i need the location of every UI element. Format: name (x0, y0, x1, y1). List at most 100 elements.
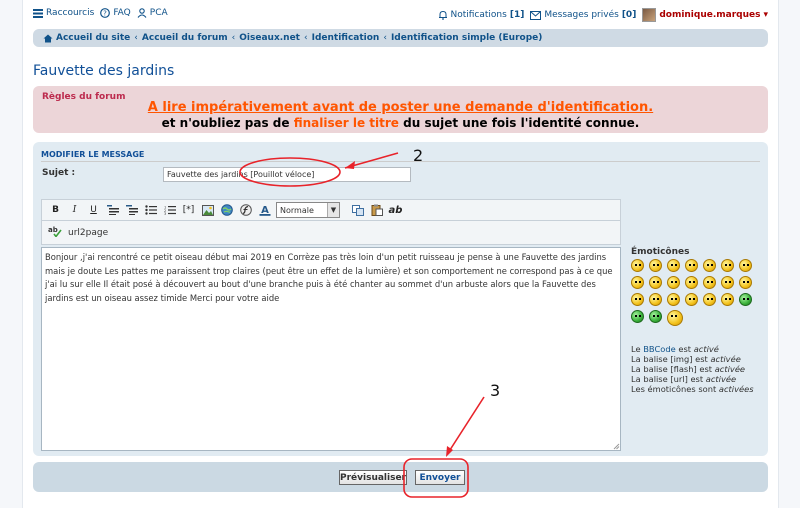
smiley-icon[interactable] (739, 293, 752, 306)
submit-button[interactable]: Envoyer (415, 470, 465, 485)
pca-label: PCA (149, 8, 168, 18)
breadcrumb-forum[interactable]: Accueil du forum (142, 33, 228, 43)
posting-options-status: Le BBCode est activé La balise [img] est… (631, 344, 754, 394)
breadcrumb-separator-icon: ‹ (383, 33, 387, 43)
url-status: La balise [url] est activée (631, 374, 737, 384)
smiley-icon[interactable] (649, 259, 662, 272)
rules-link[interactable]: A lire impérativement avant de poster un… (33, 100, 768, 115)
img-status: La balise [img] est activée (631, 354, 741, 364)
annotation-number-2: 2 (413, 146, 424, 165)
page-title[interactable]: Fauvette des jardins (33, 63, 174, 79)
panel-header: MODIFIER LE MESSAGE (41, 150, 760, 162)
smiley-icon[interactable] (685, 259, 698, 272)
url2page-bar: ab url2page (41, 221, 621, 245)
smiley-icon[interactable] (703, 259, 716, 272)
paste-icon[interactable] (369, 203, 384, 218)
url-icon[interactable] (219, 203, 234, 218)
annotation-number-3: 3 (490, 381, 501, 400)
rules-highlight: finaliser le titre (293, 116, 399, 130)
submit-panel: Prévisualiser Envoyer (33, 462, 768, 492)
breadcrumb-separator-icon: ‹ (303, 33, 308, 43)
smiley-icon[interactable] (667, 310, 683, 326)
page-container: Raccourcis ? FAQ PCA Notifications [1] M… (22, 0, 779, 508)
flash-icon[interactable] (238, 203, 253, 218)
bell-icon (438, 10, 447, 20)
subject-input[interactable]: Fauvette des jardins [Pouillot véloce] (163, 167, 411, 182)
smiley-icon[interactable] (721, 259, 734, 272)
top-bar: Raccourcis ? FAQ PCA Notifications [1] M… (33, 8, 768, 26)
code-icon[interactable] (124, 203, 139, 218)
smiley-icon[interactable] (667, 293, 680, 306)
breadcrumb-oiseaux[interactable]: Oiseaux.net (239, 33, 300, 43)
font-size-select[interactable]: Normale ▼ (276, 202, 340, 218)
shortcuts-link[interactable]: Raccourcis (33, 8, 94, 18)
notifications-count: [1] (509, 10, 525, 20)
subject-label: Sujet : (42, 168, 76, 178)
smiley-icon[interactable] (667, 276, 680, 289)
smiley-icon[interactable] (667, 259, 680, 272)
faq-label: FAQ (113, 8, 131, 18)
envelope-icon (530, 10, 542, 20)
smilies-status: Les émoticônes sont activées (631, 384, 754, 394)
numbered-list-icon[interactable]: 123 (162, 203, 177, 218)
quote-icon[interactable] (105, 203, 120, 218)
image-icon[interactable] (200, 203, 215, 218)
pca-link[interactable]: PCA (137, 8, 168, 18)
smiley-icon[interactable] (631, 259, 644, 272)
svg-text:3: 3 (164, 212, 166, 215)
smilies-grid (631, 259, 761, 326)
formatting-toolbar: B I U 123 [*] A Normale ▼ ab (41, 199, 621, 221)
underline-icon[interactable]: U (86, 203, 101, 218)
preview-button[interactable]: Prévisualiser (339, 470, 407, 485)
rules-reminder: et n'oubliez pas de finaliser le titre d… (33, 116, 768, 130)
url2page-button[interactable]: url2page (68, 228, 108, 238)
menu-icon (33, 8, 43, 18)
private-messages-link[interactable]: Messages privés [0] (530, 10, 636, 20)
breadcrumb-label: Accueil du site (56, 33, 131, 43)
help-icon: ? (100, 8, 111, 18)
font-color-icon[interactable]: A (257, 203, 272, 218)
message-textarea[interactable]: Bonjour ,j'ai rencontré ce petit oiseau … (41, 247, 621, 451)
user-icon (137, 8, 147, 18)
smiley-icon[interactable] (649, 293, 662, 306)
abbr-icon[interactable]: ab (388, 203, 403, 218)
faq-link[interactable]: ? FAQ (100, 8, 131, 18)
smiley-icon[interactable] (739, 276, 752, 289)
breadcrumb-label: Identification (311, 33, 380, 43)
flash-status: La balise [flash] est activée (631, 364, 746, 374)
svg-text:?: ? (103, 10, 107, 18)
notifications-link[interactable]: Notifications [1] (438, 10, 525, 20)
smiley-icon[interactable] (685, 293, 698, 306)
smiley-icon[interactable] (703, 293, 716, 306)
chevron-down-icon: ▾ (763, 10, 768, 20)
italic-icon[interactable]: I (67, 203, 82, 218)
smiley-icon[interactable] (631, 276, 644, 289)
user-menu[interactable]: dominique.marques ▾ (642, 8, 768, 22)
bbcode-link[interactable]: BBCode (643, 344, 675, 354)
smiley-icon[interactable] (649, 276, 662, 289)
bullet-list-icon[interactable] (143, 203, 158, 218)
breadcrumb-identification[interactable]: Identification (312, 33, 380, 43)
user-links: Notifications [1] Messages privés [0] do… (438, 8, 768, 22)
resize-handle-icon[interactable] (613, 443, 620, 450)
smiley-icon[interactable] (739, 259, 752, 272)
smiley-icon[interactable] (721, 293, 734, 306)
smiley-icon[interactable] (631, 310, 644, 323)
copy-icon[interactable] (350, 203, 365, 218)
breadcrumb-identification-simple[interactable]: Identification simple (Europe) (391, 33, 542, 43)
bold-icon[interactable]: B (48, 203, 63, 218)
home-icon (43, 34, 53, 42)
svg-text:ab: ab (48, 226, 58, 234)
smiley-icon[interactable] (685, 276, 698, 289)
spellcheck-icon[interactable]: ab (48, 225, 62, 240)
list-item-icon[interactable]: [*] (181, 203, 196, 218)
smiley-icon[interactable] (721, 276, 734, 289)
breadcrumb: Accueil du site ‹ Accueil du forum ‹ Ois… (33, 29, 768, 47)
smiley-icon[interactable] (703, 276, 716, 289)
breadcrumb-label: Oiseaux.net (239, 33, 300, 43)
font-size-value: Normale (280, 205, 314, 215)
breadcrumb-home[interactable]: Accueil du site (43, 33, 130, 43)
smiley-icon[interactable] (649, 310, 662, 323)
smiley-icon[interactable] (631, 293, 644, 306)
pm-label: Messages privés (544, 10, 619, 20)
